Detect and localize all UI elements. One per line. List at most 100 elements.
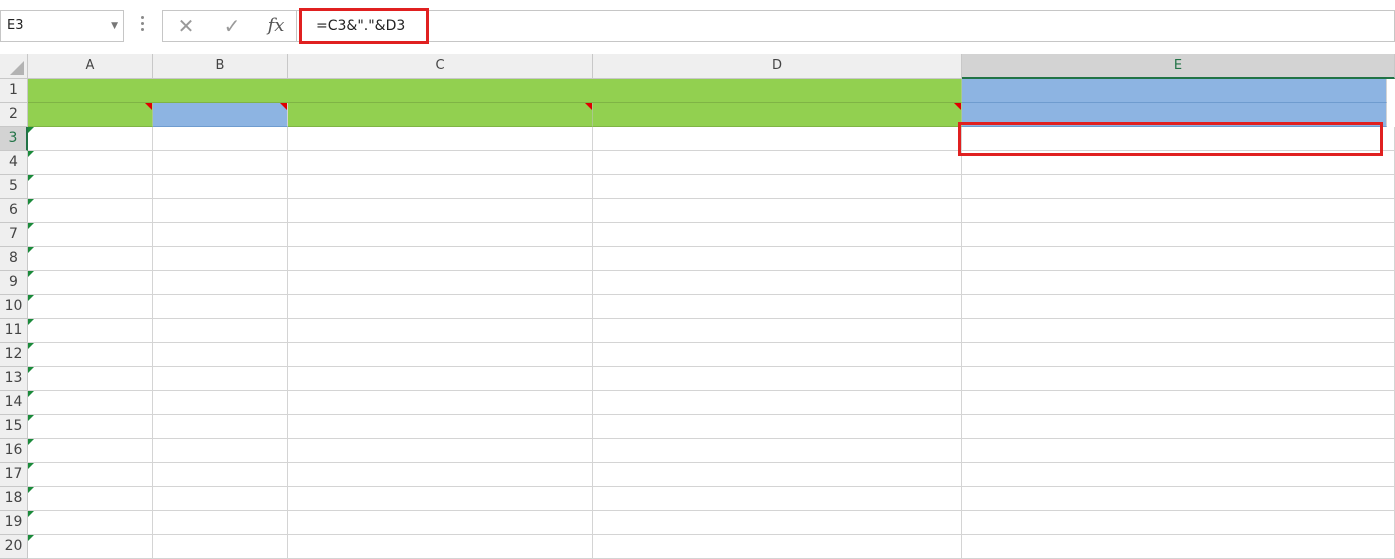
row-header-3[interactable]: 3 [0,127,28,151]
row-header-2[interactable]: 2 [0,103,28,127]
column-label-c[interactable] [288,103,593,127]
cell-b8[interactable] [153,247,288,271]
cell-a6[interactable] [28,199,153,223]
cell-e8[interactable] [962,247,1395,271]
cell-d16[interactable] [593,439,962,463]
cell-e14[interactable] [962,391,1395,415]
cell-b15[interactable] [153,415,288,439]
cell-e13[interactable] [962,367,1395,391]
cell-b19[interactable] [153,511,288,535]
cell-e5[interactable] [962,175,1395,199]
cell-c16[interactable] [288,439,593,463]
required-fields-header[interactable] [28,79,962,103]
cell-a16[interactable] [28,439,153,463]
cell-d14[interactable] [593,391,962,415]
cell-b3[interactable] [153,127,288,151]
cell-a3[interactable] [28,127,153,151]
cell-d8[interactable] [593,247,962,271]
column-header-a[interactable]: A [28,54,153,79]
cell-b11[interactable] [153,319,288,343]
column-label-e[interactable] [962,103,1387,127]
optional-fields-header[interactable] [962,79,1387,103]
row-header-4[interactable]: 4 [0,151,28,175]
cell-b18[interactable] [153,487,288,511]
select-all-button[interactable] [0,54,28,79]
cell-e6[interactable] [962,199,1395,223]
cell-a18[interactable] [28,487,153,511]
cell-a14[interactable] [28,391,153,415]
cell-a4[interactable] [28,151,153,175]
column-header-b[interactable]: B [153,54,288,79]
cell-c17[interactable] [288,463,593,487]
cell-b14[interactable] [153,391,288,415]
column-header-d[interactable]: D [593,54,962,79]
row-header-7[interactable]: 7 [0,223,28,247]
cell-a17[interactable] [28,463,153,487]
cell-a9[interactable] [28,271,153,295]
cell-e7[interactable] [962,223,1395,247]
cell-d6[interactable] [593,199,962,223]
row-header-5[interactable]: 5 [0,175,28,199]
cell-b16[interactable] [153,439,288,463]
cell-c19[interactable] [288,511,593,535]
cell-d5[interactable] [593,175,962,199]
cell-d10[interactable] [593,295,962,319]
cell-e3[interactable] [962,127,1395,151]
cell-c12[interactable] [288,343,593,367]
cell-c6[interactable] [288,199,593,223]
cell-b13[interactable] [153,367,288,391]
formula-input[interactable]: =C3&"."&D3 [296,8,1395,44]
row-header-9[interactable]: 9 [0,271,28,295]
cell-c7[interactable] [288,223,593,247]
column-label-b[interactable] [153,103,288,127]
cell-e16[interactable] [962,439,1395,463]
cell-e4[interactable] [962,151,1395,175]
row-header-20[interactable]: 20 [0,535,28,559]
cell-c5[interactable] [288,175,593,199]
cell-d7[interactable] [593,223,962,247]
cell-d19[interactable] [593,511,962,535]
cell-c18[interactable] [288,487,593,511]
cell-a8[interactable] [28,247,153,271]
cell-a10[interactable] [28,295,153,319]
cell-c4[interactable] [288,151,593,175]
column-label-d[interactable] [593,103,962,127]
row-header-10[interactable]: 10 [0,295,28,319]
cell-d4[interactable] [593,151,962,175]
cell-d15[interactable] [593,415,962,439]
cell-e12[interactable] [962,343,1395,367]
cell-a12[interactable] [28,343,153,367]
cell-d20[interactable] [593,535,962,559]
cell-a13[interactable] [28,367,153,391]
cell-a7[interactable] [28,223,153,247]
cell-c20[interactable] [288,535,593,559]
enter-icon[interactable]: ✓ [219,11,245,41]
cell-a15[interactable] [28,415,153,439]
cell-d12[interactable] [593,343,962,367]
cell-e20[interactable] [962,535,1395,559]
cell-e17[interactable] [962,463,1395,487]
row-header-16[interactable]: 16 [0,439,28,463]
cell-b4[interactable] [153,151,288,175]
cell-a20[interactable] [28,535,153,559]
cell-c15[interactable] [288,415,593,439]
column-header-c[interactable]: C [288,54,593,79]
row-header-15[interactable]: 15 [0,415,28,439]
cell-e10[interactable] [962,295,1395,319]
cell-e19[interactable] [962,511,1395,535]
row-header-18[interactable]: 18 [0,487,28,511]
cell-a11[interactable] [28,319,153,343]
row-header-19[interactable]: 19 [0,511,28,535]
row-header-17[interactable]: 17 [0,463,28,487]
cell-e11[interactable] [962,319,1395,343]
cell-b6[interactable] [153,199,288,223]
cell-c13[interactable] [288,367,593,391]
drag-handle-icon[interactable] [141,14,145,34]
row-header-8[interactable]: 8 [0,247,28,271]
cell-c3[interactable] [288,127,593,151]
insert-function-icon[interactable]: fx [263,11,289,41]
cell-d18[interactable] [593,487,962,511]
row-header-12[interactable]: 12 [0,343,28,367]
cell-c11[interactable] [288,319,593,343]
cell-e18[interactable] [962,487,1395,511]
